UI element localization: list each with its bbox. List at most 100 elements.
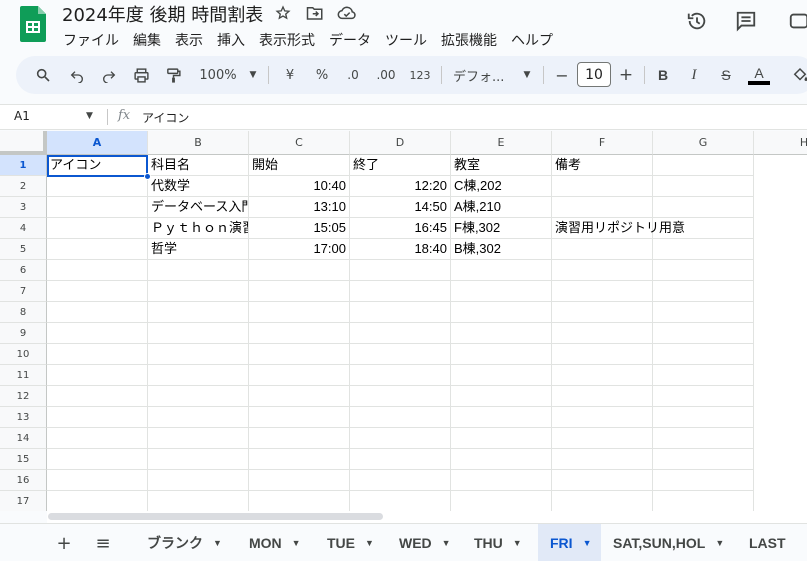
cell-g1[interactable] <box>653 155 754 176</box>
cell-d10[interactable] <box>350 344 451 365</box>
menu-data[interactable]: データ <box>322 28 378 52</box>
cell-a8[interactable] <box>47 302 148 323</box>
comments-icon[interactable] <box>733 8 759 34</box>
cell-d4[interactable]: 16:45 <box>350 218 451 239</box>
undo-icon[interactable] <box>66 63 88 87</box>
sheet-tab-chevron-down-icon[interactable]: ▼ <box>583 538 592 548</box>
cell-f5[interactable] <box>552 239 653 260</box>
cell-e14[interactable] <box>451 428 552 449</box>
currency-format-button[interactable]: ¥ <box>279 63 301 87</box>
move-to-folder-icon[interactable] <box>304 3 326 23</box>
bold-button[interactable]: B <box>652 63 674 87</box>
cell-e5[interactable]: B棟,302 <box>451 239 552 260</box>
row-header-10[interactable]: 10 <box>0 344 47 365</box>
cell-d15[interactable] <box>350 449 451 470</box>
cell-g6[interactable] <box>653 260 754 281</box>
sheet-tab-chevron-down-icon[interactable]: ▼ <box>513 538 522 548</box>
cell-e11[interactable] <box>451 365 552 386</box>
cell-b1[interactable]: 科目名 <box>148 155 249 176</box>
cell-b2[interactable]: 代数学 <box>148 176 249 197</box>
decrease-decimal-button[interactable]: .0 <box>341 63 365 87</box>
cell-f2[interactable] <box>552 176 653 197</box>
cell-g12[interactable] <box>653 386 754 407</box>
cell-c4[interactable]: 15:05 <box>249 218 350 239</box>
sheet-tab-thu[interactable]: THU ▼ <box>462 524 538 562</box>
cell-a1[interactable]: アイコン <box>47 155 148 176</box>
cell-e12[interactable] <box>451 386 552 407</box>
cloud-saved-icon[interactable] <box>336 3 358 23</box>
cell-f14[interactable] <box>552 428 653 449</box>
fill-color-icon[interactable] <box>789 63 807 87</box>
cell-f11[interactable] <box>552 365 653 386</box>
font-chevron-down-icon[interactable]: ▼ <box>518 63 536 87</box>
print-icon[interactable] <box>130 63 152 87</box>
row-header-8[interactable]: 8 <box>0 302 47 323</box>
cell-f7[interactable] <box>552 281 653 302</box>
cell-c10[interactable] <box>249 344 350 365</box>
sheet-tab-wed[interactable]: WED ▼ <box>387 524 462 562</box>
sheet-tab-chevron-down-icon[interactable]: ▼ <box>213 538 222 548</box>
cell-c6[interactable] <box>249 260 350 281</box>
cell-c2[interactable]: 10:40 <box>249 176 350 197</box>
cell-d13[interactable] <box>350 407 451 428</box>
cell-g11[interactable] <box>653 365 754 386</box>
name-box-chevron-down-icon[interactable]: ▼ <box>86 111 93 121</box>
font-size-increase-button[interactable]: + <box>616 63 636 87</box>
cell-e9[interactable] <box>451 323 552 344</box>
font-size-input[interactable]: 10 <box>577 62 611 87</box>
cell-c17[interactable] <box>249 491 350 511</box>
sheet-tab-sat-sun-hol[interactable]: SAT,SUN,HOL ▼ <box>601 524 737 562</box>
version-history-icon[interactable] <box>684 8 710 34</box>
column-header-e[interactable]: E <box>451 131 552 155</box>
sheets-logo-icon[interactable] <box>20 6 46 42</box>
cell-e15[interactable] <box>451 449 552 470</box>
cell-f13[interactable] <box>552 407 653 428</box>
formula-input[interactable]: アイコン <box>142 109 189 126</box>
cell-f10[interactable] <box>552 344 653 365</box>
column-header-h[interactable]: H <box>754 131 807 155</box>
cell-b8[interactable] <box>148 302 249 323</box>
cell-a15[interactable] <box>47 449 148 470</box>
cell-f9[interactable] <box>552 323 653 344</box>
cell-d6[interactable] <box>350 260 451 281</box>
cell-g3[interactable] <box>653 197 754 218</box>
more-formats-button[interactable]: 123 <box>407 63 433 87</box>
cell-f3[interactable] <box>552 197 653 218</box>
document-title[interactable]: 2024年度 後期 時間割表 <box>62 1 263 27</box>
column-header-c[interactable]: C <box>249 131 350 155</box>
cell-g9[interactable] <box>653 323 754 344</box>
cell-b11[interactable] <box>148 365 249 386</box>
cell-a11[interactable] <box>47 365 148 386</box>
row-header-2[interactable]: 2 <box>0 176 47 197</box>
menu-format[interactable]: 表示形式 <box>252 28 322 52</box>
cell-b7[interactable] <box>148 281 249 302</box>
cell-a16[interactable] <box>47 470 148 491</box>
cell-f4[interactable]: 演習用リポジトリ用意 <box>552 218 685 239</box>
cell-c7[interactable] <box>249 281 350 302</box>
paint-format-icon[interactable] <box>162 63 184 87</box>
cell-g17[interactable] <box>653 491 754 511</box>
cell-e2[interactable]: C棟,202 <box>451 176 552 197</box>
cell-d2[interactable]: 12:20 <box>350 176 451 197</box>
cell-b3[interactable]: データベース入門 <box>148 197 249 218</box>
select-all-corner[interactable] <box>0 131 47 155</box>
cell-d7[interactable] <box>350 281 451 302</box>
menu-view[interactable]: 表示 <box>168 28 210 52</box>
cell-e4[interactable]: F棟,302 <box>451 218 552 239</box>
cell-a12[interactable] <box>47 386 148 407</box>
cell-f15[interactable] <box>552 449 653 470</box>
cell-b12[interactable] <box>148 386 249 407</box>
redo-icon[interactable] <box>98 63 120 87</box>
cell-f8[interactable] <box>552 302 653 323</box>
cell-c8[interactable] <box>249 302 350 323</box>
horizontal-scrollbar-thumb[interactable] <box>48 513 383 520</box>
cell-a7[interactable] <box>47 281 148 302</box>
cell-c9[interactable] <box>249 323 350 344</box>
all-sheets-button[interactable]: ≡ <box>91 532 115 554</box>
cell-e3[interactable]: A棟,210 <box>451 197 552 218</box>
sheet-tab-mon[interactable]: MON ▼ <box>237 524 315 562</box>
cell-d16[interactable] <box>350 470 451 491</box>
row-header-12[interactable]: 12 <box>0 386 47 407</box>
add-sheet-button[interactable]: + <box>52 532 76 554</box>
cell-c16[interactable] <box>249 470 350 491</box>
